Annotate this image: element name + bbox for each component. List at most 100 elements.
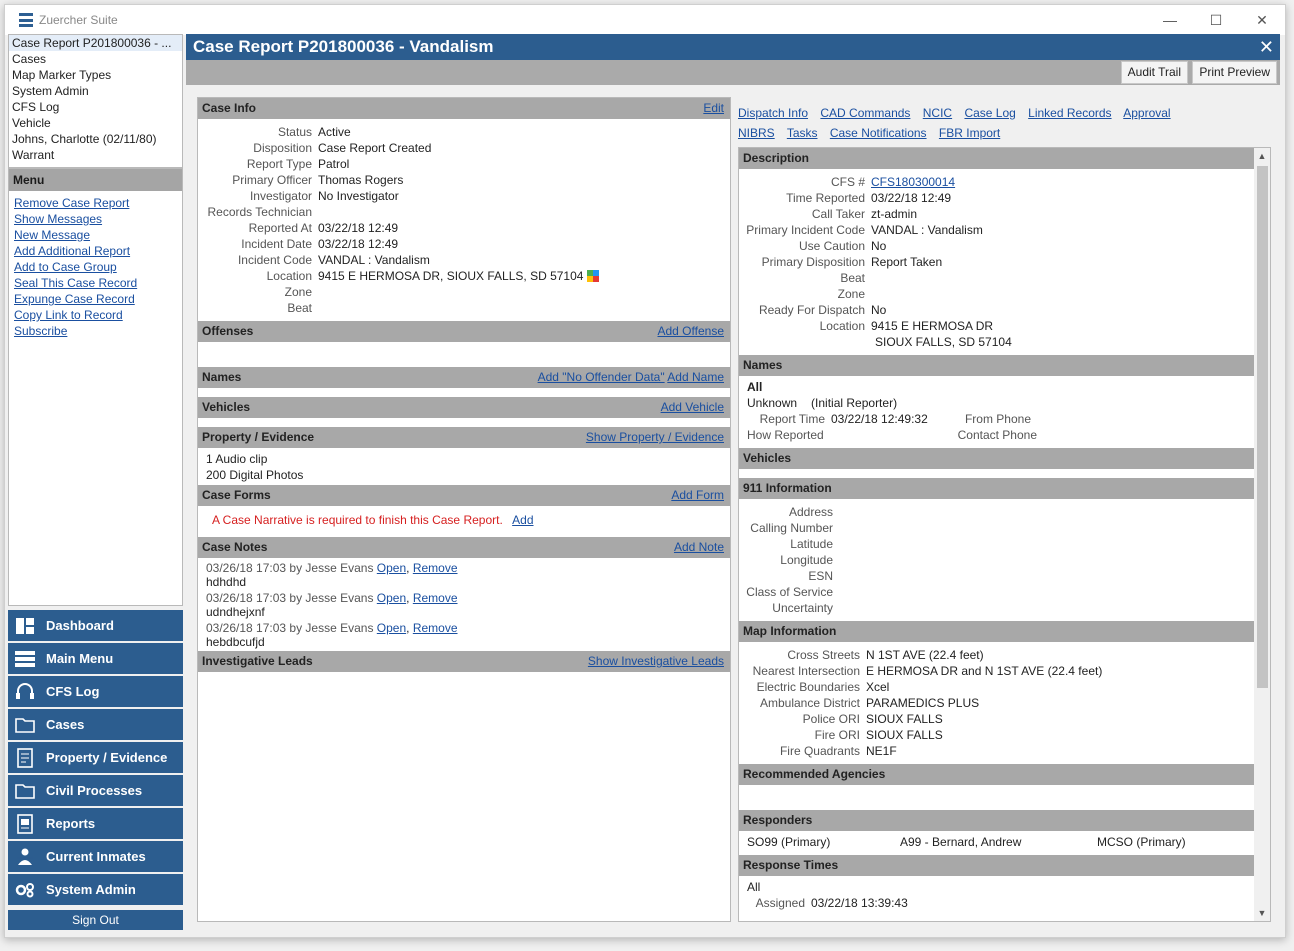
app-title: Zuercher Suite: [39, 13, 118, 27]
linked-records-link[interactable]: Linked Records: [1028, 106, 1111, 120]
nav-cases[interactable]: Cases: [8, 709, 183, 740]
add-no-offender-link[interactable]: Add "No Offender Data": [538, 370, 665, 384]
remove-note-link[interactable]: Remove: [413, 591, 458, 605]
show-leads-link[interactable]: Show Investigative Leads: [588, 651, 724, 672]
audit-trail-button[interactable]: Audit Trail: [1120, 61, 1188, 84]
field-label: Incident Date: [241, 237, 312, 251]
note-text: hebdbcufjd: [206, 635, 265, 649]
field-label: Beat: [287, 301, 312, 315]
print-preview-button[interactable]: Print Preview: [1192, 61, 1277, 84]
remove-note-link[interactable]: Remove: [413, 561, 458, 575]
field-label: Call Taker: [811, 207, 865, 221]
vehicles-header: Vehicles Add Vehicle: [198, 397, 730, 418]
nav-reports[interactable]: Reports: [8, 808, 183, 839]
field-label: Location: [819, 319, 865, 333]
nav-dashboard[interactable]: Dashboard: [8, 610, 183, 641]
open-note-link[interactable]: Open: [377, 591, 406, 605]
nav-property-evidence[interactable]: Property / Evidence: [8, 742, 183, 773]
scrollbar[interactable]: ▲ ▼: [1254, 148, 1270, 921]
field-label: Primary Disposition: [761, 255, 865, 269]
nav-cfs-log[interactable]: CFS Log: [8, 676, 183, 707]
nav-system-admin[interactable]: System Admin: [8, 874, 183, 905]
recent-item[interactable]: CFS Log: [9, 99, 182, 115]
person-role: (Initial Reporter): [811, 396, 898, 410]
close-record-icon[interactable]: ✕: [1259, 34, 1274, 60]
open-note-link[interactable]: Open: [377, 621, 406, 635]
note-item: 03/26/18 17:03 by Jesse Evans Open, Remo…: [206, 621, 730, 649]
fbr-import-link[interactable]: FBR Import: [939, 126, 1000, 140]
add-vehicle-link[interactable]: Add Vehicle: [661, 397, 724, 418]
add-form-link[interactable]: Add Form: [671, 485, 724, 506]
recent-item[interactable]: System Admin: [9, 83, 182, 99]
section-title: Investigative Leads: [202, 654, 313, 668]
add-note-link[interactable]: Add Note: [674, 537, 724, 558]
case-log-link[interactable]: Case Log: [964, 106, 1015, 120]
nav-civil-processes[interactable]: Civil Processes: [8, 775, 183, 806]
tasks-link[interactable]: Tasks: [787, 126, 818, 140]
menu-remove-case-report[interactable]: Remove Case Report: [14, 196, 129, 210]
menu-subscribe[interactable]: Subscribe: [14, 324, 67, 338]
note-item: 03/26/18 17:03 by Jesse Evans Open, Remo…: [206, 591, 730, 619]
menu-new-message[interactable]: New Message: [14, 228, 90, 242]
nav-label: Property / Evidence: [46, 750, 168, 765]
recent-item[interactable]: Map Marker Types: [9, 67, 182, 83]
map-icon[interactable]: [587, 268, 600, 284]
edit-case-link[interactable]: Edit: [703, 98, 724, 119]
dashboard-icon: [14, 616, 36, 636]
field-value: Thomas Rogers: [318, 173, 404, 187]
field-label: Contact Phone: [957, 428, 1037, 442]
cfs-names-header: Names: [739, 355, 1254, 376]
menu-expunge-case-record[interactable]: Expunge Case Record: [14, 292, 135, 306]
field-value: 03/22/18 13:39:43: [811, 896, 908, 910]
menu-copy-link[interactable]: Copy Link to Record: [14, 308, 123, 322]
sign-out-button[interactable]: Sign Out: [8, 910, 183, 930]
scroll-up-icon[interactable]: ▲: [1254, 148, 1270, 164]
nav-current-inmates[interactable]: Current Inmates: [8, 841, 183, 872]
add-narrative-link[interactable]: Add: [512, 513, 533, 527]
person-name: Unknown: [747, 396, 798, 410]
nav-main-menu[interactable]: Main Menu: [8, 643, 183, 674]
record-links: Dispatch Info CAD Commands NCIC Case Log…: [738, 103, 1258, 143]
minimize-button[interactable]: —: [1147, 5, 1193, 35]
record-toolbar: Audit Trail Print Preview: [186, 60, 1280, 85]
add-offense-link[interactable]: Add Offense: [658, 321, 725, 342]
field-label: Uncertainty: [772, 601, 833, 615]
responders-header: Responders: [739, 810, 1254, 831]
dispatch-info-link[interactable]: Dispatch Info: [738, 106, 808, 120]
field-label: Investigator: [249, 189, 312, 203]
open-note-link[interactable]: Open: [377, 561, 406, 575]
recent-item[interactable]: Warrant: [9, 147, 182, 163]
recent-item[interactable]: Case Report P201800036 - ...: [9, 35, 182, 51]
cad-commands-link[interactable]: CAD Commands: [820, 106, 910, 120]
field-label: Assigned: [755, 896, 805, 910]
field-value: 03/22/18 12:49:32: [831, 412, 928, 426]
close-window-button[interactable]: ✕: [1239, 5, 1285, 35]
page-title-bar: Case Report P201800036 - Vandalism ✕: [186, 34, 1280, 60]
add-name-link[interactable]: Add Name: [667, 370, 724, 384]
note-text: hdhdhd: [206, 575, 247, 589]
maximize-button[interactable]: ☐: [1193, 5, 1239, 35]
cfs-number-link[interactable]: CFS180300014: [871, 174, 955, 190]
nibrs-link[interactable]: NIBRS: [738, 126, 775, 140]
app-logo-icon: [19, 13, 33, 27]
field-label: Location: [266, 269, 312, 283]
scrollbar-thumb[interactable]: [1257, 166, 1268, 688]
field-label: Police ORI: [802, 712, 860, 726]
scroll-down-icon[interactable]: ▼: [1254, 905, 1270, 921]
menu-seal-case-record[interactable]: Seal This Case Record: [14, 276, 137, 290]
show-property-link[interactable]: Show Property / Evidence: [586, 427, 724, 448]
menu-show-messages[interactable]: Show Messages: [14, 212, 102, 226]
menu-add-additional-report[interactable]: Add Additional Report: [14, 244, 130, 258]
recent-item[interactable]: Vehicle: [9, 115, 182, 131]
ncic-link[interactable]: NCIC: [923, 106, 952, 120]
field-value: NE1F: [866, 744, 897, 758]
remove-note-link[interactable]: Remove: [413, 621, 458, 635]
recent-item[interactable]: Cases: [9, 51, 182, 67]
offenses-body: [198, 342, 730, 367]
recent-item[interactable]: Johns, Charlotte (02/11/80): [9, 131, 182, 147]
case-notifications-link[interactable]: Case Notifications: [830, 126, 927, 140]
approval-link[interactable]: Approval: [1123, 106, 1170, 120]
menu-add-to-case-group[interactable]: Add to Case Group: [14, 260, 117, 274]
cfs-vehicles-header: Vehicles: [739, 448, 1254, 469]
field-label: Latitude: [790, 537, 833, 551]
